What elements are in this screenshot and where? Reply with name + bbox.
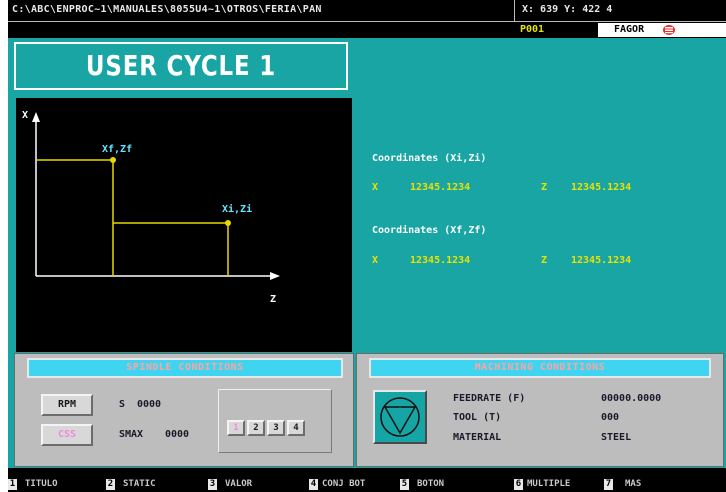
- gear-4-button[interactable]: 4: [287, 420, 305, 436]
- final-point-label: Xf,Zf: [102, 144, 133, 155]
- feedrate-value[interactable]: 00000.0000: [601, 393, 661, 404]
- gear-3-button[interactable]: 3: [267, 420, 285, 436]
- final-z-value[interactable]: 12345.1234: [571, 255, 631, 266]
- cursor-coordinates: X: 639 Y: 422 4: [522, 4, 613, 15]
- softkey-label: CONJ BOT: [322, 479, 366, 489]
- spindle-conditions-panel: SPINDLE CONDITIONS RPM CSS S 0000 SMAX 0…: [14, 353, 354, 467]
- initial-x-label: X: [372, 182, 379, 193]
- final-x-value[interactable]: 12345.1234: [410, 255, 470, 266]
- softkey-label: MAS: [625, 479, 642, 489]
- machining-conditions-header: MACHINING CONDITIONS: [369, 358, 711, 378]
- final-x-label: X: [372, 255, 379, 266]
- cycle-graphic: X Z Xf,Zf Xi,Zi: [16, 98, 352, 352]
- s-value[interactable]: 0000: [137, 399, 161, 410]
- css-button[interactable]: CSS: [41, 424, 93, 446]
- softkey-3[interactable]: 3 VALOR: [208, 478, 252, 491]
- initial-z-value[interactable]: 12345.1234: [571, 182, 631, 193]
- softkey-7[interactable]: 7 MAS: [604, 478, 641, 491]
- x-axis-label: X: [22, 110, 29, 121]
- softkey-4[interactable]: 4 CONJ BOT: [309, 478, 365, 491]
- softkey-number: 2: [106, 479, 115, 490]
- feedrate-label: FEEDRATE (F): [453, 393, 526, 404]
- initial-coordinates-title: Coordinates (Xi,Zi): [372, 153, 487, 164]
- tool-triangle-icon: [380, 397, 420, 437]
- fagor-logo-icon: [663, 25, 675, 35]
- softkey-number: 6: [514, 479, 523, 490]
- softkey-number: 5: [400, 479, 409, 490]
- rpm-button[interactable]: RPM: [41, 394, 93, 416]
- material-label: MATERIAL: [453, 432, 502, 443]
- gear-2-button[interactable]: 2: [247, 420, 265, 436]
- softkey-label: VALOR: [225, 479, 253, 489]
- file-path: C:\ABC\ENPROC~1\MANUALES\8055U4~1\OTROS\…: [12, 4, 322, 15]
- s-label: S: [119, 399, 126, 410]
- initial-point-label: Xi,Zi: [222, 204, 253, 215]
- smax-label: SMAX: [119, 429, 144, 440]
- initial-x-value[interactable]: 12345.1234: [410, 182, 470, 193]
- softkey-number: 7: [604, 479, 613, 490]
- tool-label: TOOL (T): [453, 412, 502, 423]
- softkey-6[interactable]: 6 MULTIPLE: [514, 478, 570, 491]
- brand-name: FAGOR: [614, 24, 645, 35]
- tool-value[interactable]: 000: [601, 412, 619, 423]
- machining-conditions-panel: MACHINING CONDITIONS FEEDRATE (F) 00000.…: [356, 353, 724, 467]
- initial-z-label: Z: [541, 182, 548, 193]
- softkey-number: 3: [208, 479, 217, 490]
- machining-icon-button[interactable]: [373, 390, 427, 444]
- cycle-title-box: USER CYCLE 1: [14, 42, 348, 90]
- softkey-label: MULTIPLE: [527, 479, 571, 489]
- gear-1-button[interactable]: 1: [227, 420, 245, 436]
- softkey-label: TITULO: [25, 479, 58, 489]
- softkey-2[interactable]: 2 STATIC: [106, 478, 156, 491]
- cnc-screen: C:\ABC\ENPROC~1\MANUALES\8055U4~1\OTROS\…: [8, 0, 726, 492]
- softkey-number: 4: [309, 479, 318, 490]
- spindle-conditions-header: SPINDLE CONDITIONS: [27, 358, 343, 378]
- z-axis-arrow-icon: [270, 272, 280, 280]
- final-point-marker: [110, 157, 116, 163]
- softkey-label: BOTON: [417, 479, 445, 489]
- material-value[interactable]: STEEL: [601, 432, 631, 443]
- final-z-label: Z: [541, 255, 548, 266]
- gear-selector: 1 2 3 4: [218, 389, 332, 453]
- cycle-title: USER CYCLE 1: [85, 49, 277, 82]
- z-axis-label: Z: [270, 294, 277, 305]
- softkey-label: STATIC: [123, 479, 156, 489]
- softkey-1[interactable]: 1 TITULO: [8, 478, 58, 491]
- x-axis-arrow-icon: [32, 112, 40, 122]
- softkey-5[interactable]: 5 BOTON: [400, 478, 444, 491]
- program-number: P001: [518, 23, 572, 37]
- initial-point-marker: [225, 220, 231, 226]
- smax-value[interactable]: 0000: [165, 429, 189, 440]
- main-area: USER CYCLE 1 X Z Xf,Zf Xi,Zi Coordinates…: [8, 38, 726, 468]
- final-coordinates-title: Coordinates (Xf,Zf): [372, 225, 487, 236]
- softkey-number: 1: [8, 479, 17, 490]
